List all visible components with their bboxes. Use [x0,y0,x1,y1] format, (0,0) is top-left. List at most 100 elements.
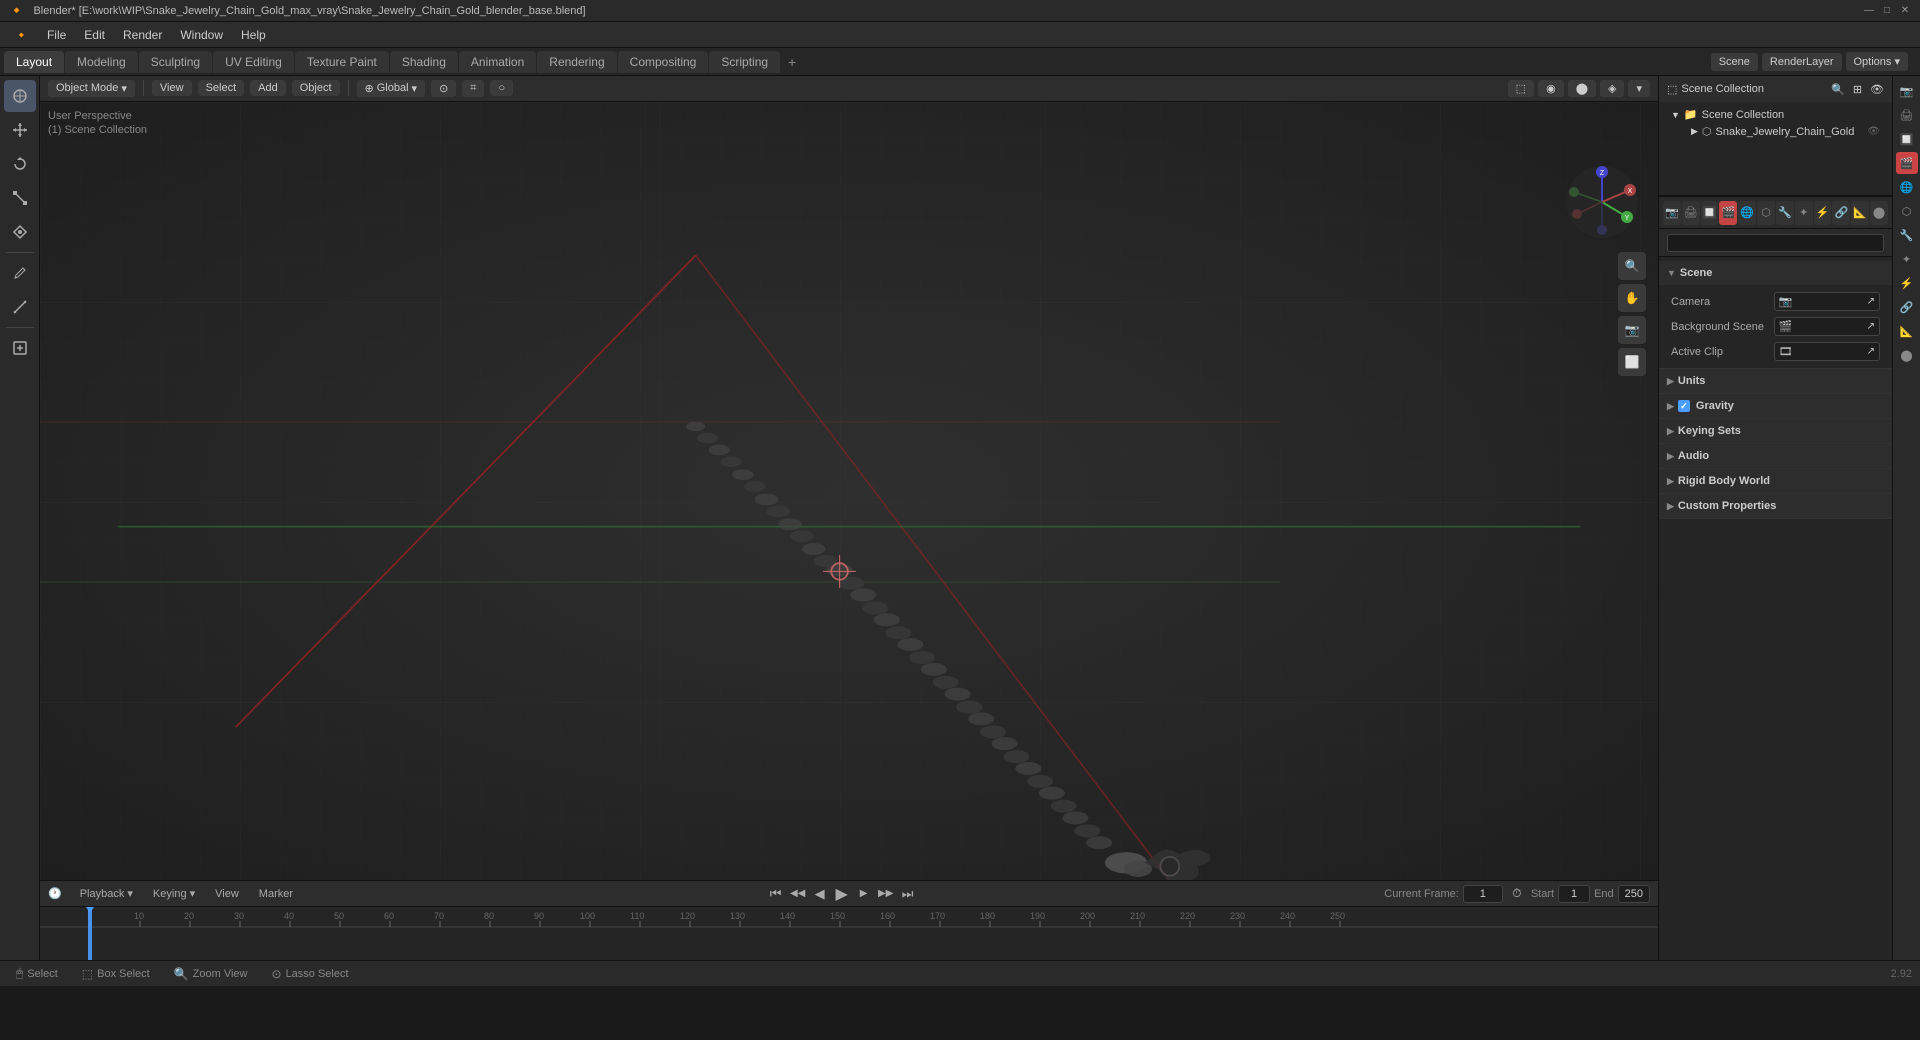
tab-layout[interactable]: Layout [4,51,64,73]
bg-scene-value[interactable]: 🎬 ↗ [1774,317,1881,336]
camera-link-icon[interactable]: ↗ [1867,296,1875,307]
end-frame-input[interactable]: 250 [1618,885,1650,903]
bg-scene-link-icon[interactable]: ↗ [1867,321,1875,332]
rigid-body-world-section-header[interactable]: ▶ Rigid Body World [1659,469,1892,493]
render-scene-selector[interactable]: Scene [1711,53,1758,71]
edge-particles-btn[interactable]: ✦ [1896,248,1918,270]
viewport-shading-render[interactable]: ◈ [1600,80,1624,97]
transform-tool-button[interactable] [4,216,36,248]
maximize-button[interactable]: □ [1880,4,1894,18]
object-visibility[interactable]: 👁 [1867,126,1880,137]
view-menu[interactable]: View [152,80,192,96]
active-clip-value[interactable]: 🎞 ↗ [1774,342,1881,361]
timeline-track[interactable]: 1 10 20 30 40 50 60 70 [40,907,1658,960]
navigation-gizmo[interactable]: Z Y X [1562,162,1642,242]
prop-tab-view-layer[interactable]: 🔲 [1701,201,1719,225]
next-frame-button[interactable]: ▶ [854,884,874,904]
keying-sets-section-header[interactable]: ▶ Keying Sets [1659,419,1892,443]
prop-tab-material[interactable]: ⬤ [1870,201,1888,225]
current-frame-input[interactable]: 1 [1463,885,1503,903]
pan-viewport-button[interactable]: ✋ [1618,284,1646,312]
global-transform[interactable]: ⊕ Global ▾ [357,80,426,97]
tab-modeling[interactable]: Modeling [65,51,138,73]
camera-view-button[interactable]: 📷 [1618,316,1646,344]
add-menu[interactable]: Add [250,80,286,96]
gravity-checkbox[interactable]: ✓ [1678,400,1690,412]
status-box-select[interactable]: ⬚ Box Select [74,965,158,983]
viewport-canvas[interactable]: User Perspective (1) Scene Collection Z … [40,102,1658,880]
orthographic-view-button[interactable]: ⬜ [1618,348,1646,376]
render-layer-selector[interactable]: RenderLayer [1762,53,1842,71]
custom-properties-section-header[interactable]: ▶ Custom Properties [1659,494,1892,518]
menu-blender[interactable]: 🔸 [6,26,37,44]
proportional-edit[interactable]: ○ [490,80,513,96]
scale-tool-button[interactable] [4,182,36,214]
prop-tab-modifier[interactable]: 🔧 [1776,201,1794,225]
edge-render-btn[interactable]: 📷 [1896,80,1918,102]
properties-search-input[interactable] [1667,234,1884,252]
menu-render[interactable]: Render [115,26,170,44]
prop-tab-world[interactable]: 🌐 [1738,201,1756,225]
prop-tab-object[interactable]: ⬡ [1757,201,1775,225]
prop-tab-constraints[interactable]: 🔗 [1832,201,1850,225]
pivot-point[interactable]: ⊙ [431,80,456,97]
edge-constraints-btn[interactable]: 🔗 [1896,296,1918,318]
marker-menu[interactable]: Marker [253,886,299,902]
add-workspace-button[interactable]: + [781,51,803,73]
prop-tab-output[interactable]: 🖨 [1682,201,1700,225]
outliner-scene-collection[interactable]: ▼ 📁 Scene Collection [1667,106,1884,123]
tab-animation[interactable]: Animation [459,51,536,73]
tab-sculpting[interactable]: Sculpting [139,51,212,73]
edge-object-btn[interactable]: ⬡ [1896,200,1918,222]
keying-menu[interactable]: Keying ▾ [147,885,201,902]
jump-start-button[interactable]: ⏮ [766,884,786,904]
tab-rendering[interactable]: Rendering [537,51,616,73]
units-section-header[interactable]: ▶ Units [1659,369,1892,393]
start-frame-input[interactable]: 1 [1558,885,1590,903]
object-mode-selector[interactable]: Object Mode ▾ [48,80,135,97]
prev-keyframe-button[interactable]: ◀◀ [788,884,808,904]
scene-section-header[interactable]: ▼ Scene [1659,261,1892,285]
outliner-filter-icon[interactable]: ⊞ [1853,83,1862,96]
snap-toggle[interactable]: ⌗ [462,80,484,97]
camera-value[interactable]: 📷 ↗ [1774,292,1881,311]
timeline-view-menu[interactable]: View [209,886,245,902]
tab-uv-editing[interactable]: UV Editing [213,51,294,73]
close-button[interactable]: ✕ [1898,4,1912,18]
menu-window[interactable]: Window [172,26,231,44]
cursor-tool-button[interactable] [4,80,36,112]
gravity-section-header[interactable]: ▶ ✓ Gravity [1659,394,1892,418]
edge-view-layer-btn[interactable]: 🔲 [1896,128,1918,150]
tab-texture-paint[interactable]: Texture Paint [295,51,389,73]
status-select[interactable]: 🖱 Select [8,964,66,983]
minimize-button[interactable]: — [1862,4,1876,18]
edge-modifier-btn[interactable]: 🔧 [1896,224,1918,246]
prop-tab-data[interactable]: 📐 [1851,201,1869,225]
menu-help[interactable]: Help [233,26,274,44]
status-lasso-select[interactable]: ⊙ Lasso Select [264,965,357,983]
active-clip-link-icon[interactable]: ↗ [1867,346,1875,357]
annotate-tool-button[interactable] [4,257,36,289]
prop-tab-physics[interactable]: ⚡ [1814,201,1832,225]
prop-tab-scene[interactable]: 🎬 [1719,201,1737,225]
edge-data-btn[interactable]: 📐 [1896,320,1918,342]
keyframe-insert-button[interactable]: ⏱ [1507,884,1527,904]
measure-tool-button[interactable] [4,291,36,323]
rotate-tool-button[interactable] [4,148,36,180]
edge-world-btn[interactable]: 🌐 [1896,176,1918,198]
viewport-shading-material[interactable]: ⬤ [1568,80,1596,97]
viewport-shading-solid[interactable]: ◉ [1538,80,1564,97]
edge-output-btn[interactable]: 🖨 [1896,104,1918,126]
playback-menu[interactable]: Playback ▾ [74,885,139,902]
search-viewport-button[interactable]: 🔍 [1618,252,1646,280]
tab-scripting[interactable]: Scripting [709,51,780,73]
prop-tab-render[interactable]: 📷 [1663,201,1681,225]
render-options[interactable]: Options ▾ [1846,52,1909,71]
outliner-visibility-icon[interactable]: 👁 [1870,83,1884,96]
outliner-chain-object[interactable]: ▶ ⬡ Snake_Jewelry_Chain_Gold 👁 [1667,123,1884,140]
object-menu[interactable]: Object [292,80,340,96]
jump-end-button[interactable]: ⏭ [898,884,918,904]
viewport-shading-wire[interactable]: ⬚ [1508,80,1534,97]
edge-physics-btn[interactable]: ⚡ [1896,272,1918,294]
status-zoom-view[interactable]: 🔍 Zoom View [166,965,256,983]
